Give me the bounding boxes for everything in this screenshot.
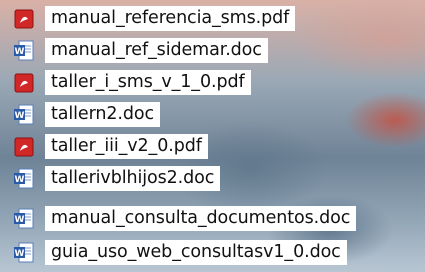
pdf-file-icon [10,137,37,157]
file-name-label: tallerivblhijos2.doc [45,166,221,191]
file-item-taller-i-sms[interactable]: taller_i_sms_v_1_0.pdf [10,69,251,96]
file-item-manual-consulta-documentos[interactable]: W manual_consulta_documentos.doc [10,205,357,232]
pdf-file-icon [10,9,37,29]
file-name-label: tallern2.doc [45,102,160,127]
svg-text:W: W [14,175,24,185]
file-name-label: manual_ref_sidemar.doc [45,38,268,63]
word-doc-icon: W [10,208,37,230]
file-item-manual-ref-sidemar[interactable]: W manual_ref_sidemar.doc [10,37,268,64]
file-item-manual-referencia-sms[interactable]: manual_referencia_sms.pdf [10,5,296,32]
svg-text:W: W [14,47,24,57]
file-name-label: taller_iii_v2_0.pdf [45,134,208,159]
file-item-tallerivblhijos2[interactable]: W tallerivblhijos2.doc [10,165,221,192]
file-name-label: guia_uso_web_consultasv1_0.doc [45,240,347,265]
svg-text:W: W [14,215,24,225]
word-doc-icon: W [10,242,37,264]
svg-text:W: W [14,249,24,259]
file-item-guia-uso-web-consultas[interactable]: W guia_uso_web_consultasv1_0.doc [10,239,347,266]
file-item-tallern2[interactable]: W tallern2.doc [10,101,160,128]
file-name-label: manual_referencia_sms.pdf [45,6,296,31]
file-name-label: manual_consulta_documentos.doc [45,206,357,231]
file-item-taller-iii[interactable]: taller_iii_v2_0.pdf [10,133,208,160]
desktop-file-list: manual_referencia_sms.pdf W manual_ref_s… [0,0,425,272]
svg-text:W: W [14,111,24,121]
pdf-file-icon [10,73,37,93]
word-doc-icon: W [10,104,37,126]
word-doc-icon: W [10,40,37,62]
file-name-label: taller_i_sms_v_1_0.pdf [45,70,251,95]
word-doc-icon: W [10,168,37,190]
